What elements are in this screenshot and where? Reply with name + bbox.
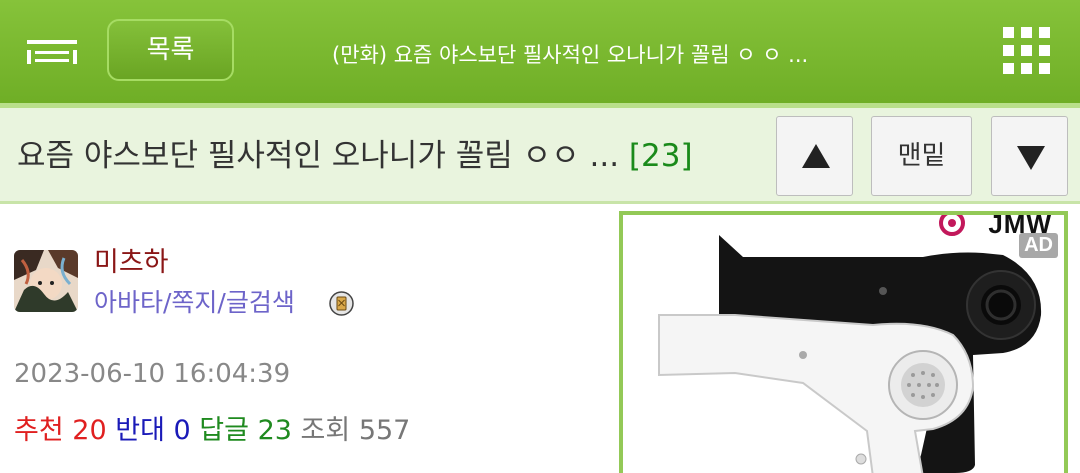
top-header-bar: 목록 (만화) 요즘 야스보단 필사적인 오나니가 꼴림 ㅇ ㅇ ... <box>0 0 1080 103</box>
reply-label: 답글 <box>199 415 249 446</box>
header-post-title: (만화) 요즘 야스보단 필사적인 오나니가 꼴림 ㅇ ㅇ ... <box>332 43 809 67</box>
recommend-label: 추천 <box>14 415 64 446</box>
author-name[interactable]: 미츠하 <box>94 244 169 282</box>
hair-dryer-ad-image <box>658 235 1042 473</box>
advertisement[interactable]: JMW AD <box>619 211 1068 473</box>
comment-count[interactable]: [23] <box>629 138 693 174</box>
scroll-down-button[interactable] <box>991 116 1068 196</box>
triangle-up-icon <box>802 144 830 168</box>
menu-icon[interactable] <box>27 40 77 64</box>
avatar-image <box>14 250 78 312</box>
avatar[interactable] <box>14 250 78 312</box>
reply-count: 23 <box>257 415 292 446</box>
author-links[interactable]: 아바타/쪽지/글검색 <box>94 285 295 321</box>
article-title-bar: 요즘 야스보단 필사적인 오나니가 꼴림 ㅇㅇ ... [23] 맨밑 <box>0 108 1080 204</box>
post-stats: 추천 20 반대 0 답글 23 조회 557 <box>14 411 410 451</box>
post-date: 2023-06-10 16:04:39 <box>14 359 291 389</box>
list-button[interactable]: 목록 <box>107 19 234 81</box>
views-label: 조회 <box>300 415 351 446</box>
oppose-count: 0 <box>173 415 191 446</box>
scroll-up-button[interactable] <box>776 116 853 196</box>
recommend-count: 20 <box>72 415 107 446</box>
grid-menu-icon[interactable] <box>1003 27 1051 75</box>
article-title: 요즘 야스보단 필사적인 오나니가 꼴림 ㅇㅇ ... [23] <box>17 134 767 178</box>
oppose-label: 반대 <box>115 415 165 446</box>
views-count: 557 <box>358 415 411 446</box>
user-level-badge-icon <box>329 291 354 316</box>
brand-logo-icon <box>939 215 965 236</box>
triangle-down-icon <box>1017 146 1045 170</box>
ad-label[interactable]: AD <box>1019 233 1058 258</box>
scroll-bottom-button[interactable]: 맨밑 <box>871 116 972 196</box>
article-title-text: 요즘 야스보단 필사적인 오나니가 꼴림 ㅇㅇ ... <box>17 138 620 174</box>
